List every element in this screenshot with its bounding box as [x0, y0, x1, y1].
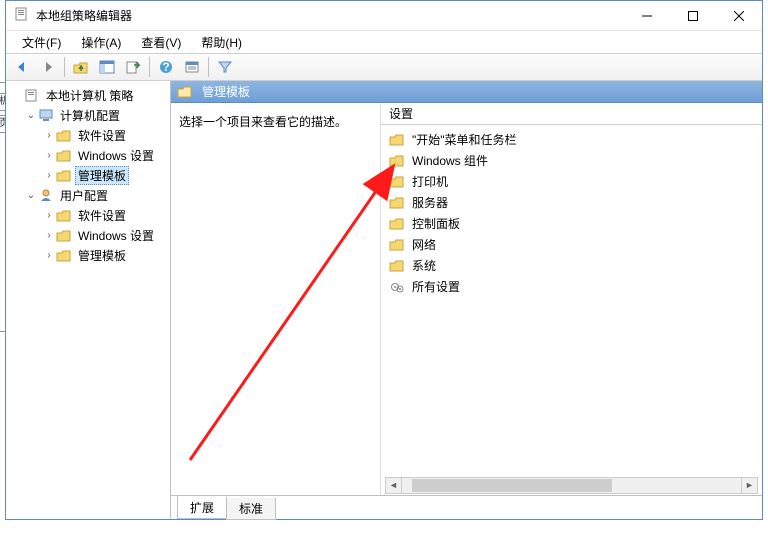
column-header-setting[interactable]: 设置	[381, 103, 762, 125]
toolbar: ?	[6, 53, 762, 81]
bottom-tabs: 扩展 标准	[171, 495, 762, 519]
folder-icon	[56, 208, 72, 222]
tree-pane[interactable]: ▸本地计算机 策略 ⌄计算机配置 ›软件设置 ›Windows 设置 ›管理模板…	[6, 81, 171, 519]
folder-icon	[389, 133, 405, 147]
tree-c-software[interactable]: ›软件设置	[6, 125, 170, 145]
scroll-right-button[interactable]: ►	[741, 477, 758, 494]
menu-action[interactable]: 操作(A)	[73, 32, 129, 53]
menubar: 文件(F) 操作(A) 查看(V) 帮助(H)	[6, 31, 762, 53]
svg-text:?: ?	[162, 60, 169, 74]
folder-icon	[389, 196, 405, 210]
help-button[interactable]: ?	[154, 55, 178, 79]
folder-icon	[177, 85, 193, 99]
folder-icon	[56, 248, 72, 262]
folder-icon	[56, 228, 72, 242]
tab-standard[interactable]: 标准	[226, 498, 276, 520]
close-button[interactable]	[716, 1, 762, 30]
folder-icon	[389, 238, 405, 252]
maximize-button[interactable]	[670, 1, 716, 30]
menu-view[interactable]: 查看(V)	[133, 32, 189, 53]
tree-u-windows[interactable]: ›Windows 设置	[6, 225, 170, 245]
filter-button[interactable]	[213, 55, 237, 79]
list-item[interactable]: 系统	[381, 255, 762, 276]
tree-c-windows[interactable]: ›Windows 设置	[6, 145, 170, 165]
list-item[interactable]: 控制面板	[381, 213, 762, 234]
folder-icon	[389, 217, 405, 231]
description-pane: 选择一个项目来查看它的描述。	[171, 103, 381, 495]
tree-user-config[interactable]: ⌄用户配置	[6, 185, 170, 205]
scroll-thumb[interactable]	[412, 479, 612, 492]
app-icon	[14, 6, 30, 25]
folder-icon	[389, 175, 405, 189]
export-button[interactable]	[121, 55, 145, 79]
show-hide-tree-button[interactable]	[95, 55, 119, 79]
content-pane: 管理模板 选择一个项目来查看它的描述。 设置 "开始"菜单和任务栏 Window…	[171, 81, 762, 519]
tree-c-admin-templates[interactable]: ›管理模板	[6, 165, 170, 185]
folder-icon	[389, 154, 405, 168]
scroll-track[interactable]	[402, 477, 741, 494]
up-button[interactable]	[69, 55, 93, 79]
content-header-title: 管理模板	[202, 83, 250, 100]
list-item[interactable]: Windows 组件	[381, 150, 762, 171]
content-header: 管理模板	[171, 81, 762, 103]
scroll-left-button[interactable]: ◄	[385, 477, 402, 494]
computer-icon	[38, 108, 54, 122]
forward-button[interactable]	[36, 55, 60, 79]
list-item[interactable]: 所有设置	[381, 276, 762, 297]
item-list[interactable]: "开始"菜单和任务栏 Windows 组件 打印机 服务器 控制面板 网络 系统…	[381, 125, 762, 477]
menu-help[interactable]: 帮助(H)	[193, 32, 250, 53]
horizontal-scrollbar[interactable]: ◄ ►	[381, 477, 762, 495]
policy-icon	[24, 88, 40, 102]
user-icon	[38, 188, 54, 202]
folder-icon	[56, 168, 72, 182]
window-title: 本地组策略编辑器	[36, 7, 624, 24]
minimize-button[interactable]	[624, 1, 670, 30]
settings-icon	[389, 280, 405, 294]
description-text: 选择一个项目来查看它的描述。	[179, 115, 347, 129]
tree-u-admin-templates[interactable]: ›管理模板	[6, 245, 170, 265]
menu-file[interactable]: 文件(F)	[14, 32, 69, 53]
back-button[interactable]	[10, 55, 34, 79]
titlebar[interactable]: 本地组策略编辑器	[6, 1, 762, 31]
properties-button[interactable]	[180, 55, 204, 79]
folder-icon	[56, 148, 72, 162]
gpedit-window: 本地组策略编辑器 文件(F) 操作(A) 查看(V) 帮助(H) ? ▸本地计算…	[5, 0, 763, 520]
folder-icon	[56, 128, 72, 142]
list-pane: 设置 "开始"菜单和任务栏 Windows 组件 打印机 服务器 控制面板 网络…	[381, 103, 762, 495]
tree-computer-config[interactable]: ⌄计算机配置	[6, 105, 170, 125]
folder-icon	[389, 259, 405, 273]
list-item[interactable]: "开始"菜单和任务栏	[381, 129, 762, 150]
tab-extended[interactable]: 扩展	[177, 496, 227, 519]
list-item[interactable]: 打印机	[381, 171, 762, 192]
tree-u-software[interactable]: ›软件设置	[6, 205, 170, 225]
list-item[interactable]: 网络	[381, 234, 762, 255]
tree-root[interactable]: ▸本地计算机 策略	[6, 85, 170, 105]
list-item[interactable]: 服务器	[381, 192, 762, 213]
